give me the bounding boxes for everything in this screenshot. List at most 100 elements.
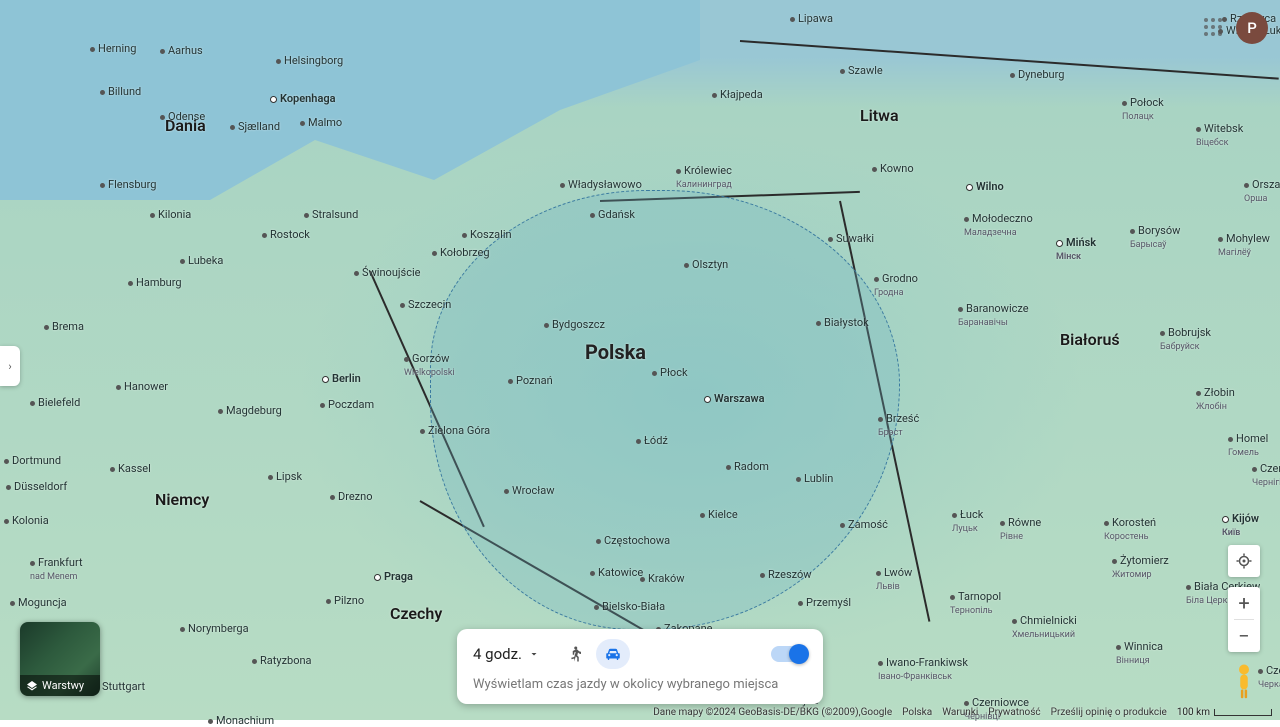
city-dot-icon <box>30 401 35 406</box>
city-label: Warszawa <box>704 392 765 405</box>
city-dot-icon <box>4 519 9 524</box>
city-dot-icon <box>320 403 325 408</box>
city-name: Berlin <box>332 372 361 385</box>
city-dot-icon <box>596 539 601 544</box>
city-name: KijówКиїв <box>1222 512 1259 538</box>
city-name: Kilonia <box>158 208 191 221</box>
city-label: Łódź <box>636 434 668 447</box>
zoom-in-button[interactable]: + <box>1228 587 1260 619</box>
toggle-knob <box>789 644 809 664</box>
city-label: Kraków <box>640 572 685 585</box>
city-label: Lubeka <box>180 254 223 267</box>
city-name: Częstochowa <box>604 534 670 547</box>
city-dot-icon <box>1252 467 1257 472</box>
city-dot-icon <box>304 213 309 218</box>
city-dot-icon <box>1116 645 1121 650</box>
city-label: Pilzno <box>326 594 364 607</box>
city-label: ŻytomierzЖитомир <box>1112 554 1169 580</box>
city-label: Przemyśl <box>798 596 851 609</box>
travel-time-toggle[interactable] <box>771 646 807 662</box>
city-dot-icon <box>684 263 689 268</box>
layers-icon <box>26 680 38 692</box>
city-name: Magdeburg <box>226 404 282 417</box>
city-label: Gdańsk <box>590 208 635 221</box>
duration-dropdown[interactable]: 4 godz. <box>473 645 540 663</box>
city-dot-icon <box>876 571 881 576</box>
city-dot-icon <box>760 573 765 578</box>
top-right-controls: P <box>1204 12 1268 44</box>
my-location-button[interactable] <box>1228 545 1260 577</box>
city-label: Radom <box>726 460 769 473</box>
city-dot-icon <box>1122 101 1127 106</box>
city-dot-icon <box>652 371 657 376</box>
city-name: Wrocław <box>512 484 555 497</box>
city-name: Düsseldorf <box>14 480 67 493</box>
city-dot-icon <box>128 281 133 286</box>
city-label: Kassel <box>110 462 151 475</box>
city-dot-icon <box>590 571 595 576</box>
city-label: Zielona Góra <box>420 424 490 437</box>
duration-label: 4 godz. <box>473 645 522 663</box>
city-label: WitebskВіцебск <box>1196 122 1243 148</box>
city-dot-icon <box>252 659 257 664</box>
city-name: Gdańsk <box>598 208 635 221</box>
attribution-map-data[interactable]: Dane mapy ©2024 GeoBasis-DE/BKG (©2009),… <box>653 707 892 718</box>
mode-drive-button[interactable] <box>596 639 630 669</box>
city-dot-icon <box>432 251 437 256</box>
city-name: MołodecznoМаладзечна <box>964 212 1033 238</box>
city-dot-icon <box>952 513 957 518</box>
city-name: Katowice <box>598 566 643 579</box>
city-dot-icon <box>508 379 513 384</box>
city-name: Hanower <box>124 380 168 393</box>
city-name: Rzeszów <box>768 568 812 581</box>
city-name: Brema <box>52 320 84 333</box>
attribution-country[interactable]: Polska <box>902 707 932 718</box>
city-dot-icon <box>878 661 883 666</box>
city-dot-icon <box>1160 331 1165 336</box>
city-name: Moguncja <box>18 596 67 609</box>
layers-button[interactable]: Warstwy <box>20 622 100 696</box>
expand-side-panel-button[interactable]: › <box>0 346 20 386</box>
account-avatar[interactable]: P <box>1236 12 1268 44</box>
street-view-pegman[interactable] <box>1229 662 1259 696</box>
city-name: Kolonia <box>12 514 49 527</box>
attribution-feedback[interactable]: Prześlij opinię o produkcie <box>1051 707 1167 718</box>
city-name: Suwałki <box>836 232 874 245</box>
mode-walk-button[interactable] <box>558 639 592 669</box>
city-name: OrszaОрша <box>1244 178 1280 204</box>
city-dot-icon <box>1012 619 1017 624</box>
city-dot-icon <box>590 213 595 218</box>
city-label: Moguncja <box>10 596 67 609</box>
attribution-terms[interactable]: Warunki <box>942 707 978 718</box>
city-label: BorysówБарысаў <box>1130 224 1180 250</box>
border-line <box>369 271 485 528</box>
city-label: Bydgoszcz <box>544 318 605 331</box>
city-dot-icon <box>704 396 711 403</box>
border-line <box>420 500 646 632</box>
city-label: Białystok <box>816 316 869 329</box>
attribution-privacy[interactable]: Prywatność <box>988 707 1040 718</box>
country-label: Czechy <box>390 604 442 623</box>
city-dot-icon <box>326 599 331 604</box>
city-label: CzerkasyЧеркаси <box>1258 664 1280 690</box>
scale-bar: 100 km <box>1177 707 1272 718</box>
city-name: Norymberga <box>188 622 249 635</box>
city-name: Wilno <box>976 180 1004 193</box>
city-label: RówneРівне <box>1000 516 1041 542</box>
city-dot-icon <box>10 601 15 606</box>
city-label: OrszaОрша <box>1244 178 1280 204</box>
city-label: GrodnoГродна <box>874 272 918 298</box>
city-name: Szawle <box>848 64 883 77</box>
map-canvas[interactable]: DaniaLitwaPolskaNiemcyCzechyBiałoruśHern… <box>0 0 1280 720</box>
city-name: Bydgoszcz <box>552 318 605 331</box>
city-dot-icon <box>1130 229 1135 234</box>
travel-card-subtitle: Wyświetlam czas jazdy w okolicy wybraneg… <box>473 677 807 692</box>
city-label: Płock <box>652 366 688 379</box>
city-dot-icon <box>30 561 35 566</box>
city-dot-icon <box>180 627 185 632</box>
city-label: ŁuckЛуцьк <box>952 508 983 534</box>
city-name: RówneРівне <box>1000 516 1041 542</box>
zoom-out-button[interactable]: − <box>1228 620 1260 652</box>
google-apps-icon[interactable] <box>1204 18 1224 38</box>
city-label: Szczecin <box>400 298 451 311</box>
